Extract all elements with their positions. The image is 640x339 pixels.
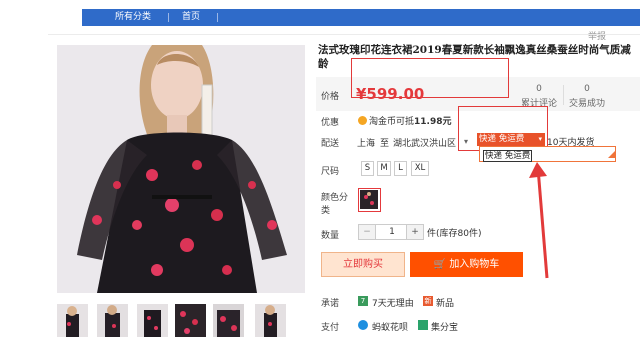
thumbnail[interactable] bbox=[137, 304, 168, 337]
jifenbao-icon bbox=[418, 320, 428, 330]
color-label: 颜色分类 bbox=[321, 193, 349, 216]
new-icon: 新 bbox=[423, 296, 433, 306]
price-label: 价格 bbox=[321, 92, 340, 102]
nav-all-categories[interactable]: 所有分类 bbox=[106, 9, 160, 26]
chevron-down-icon[interactable]: ▾ bbox=[464, 137, 468, 146]
size-option-xl[interactable]: XL bbox=[411, 161, 429, 176]
thumbnail[interactable] bbox=[57, 304, 88, 337]
shipping-method-value: 快递 免运费 bbox=[479, 134, 525, 144]
shipping-method-select[interactable]: 快递 免运费 ▾ bbox=[477, 133, 545, 146]
product-main-image[interactable] bbox=[57, 45, 305, 293]
buy-now-button[interactable]: 立即购买 bbox=[321, 252, 405, 277]
quantity-increase-button[interactable]: + bbox=[406, 225, 423, 239]
color-option[interactable] bbox=[358, 188, 381, 212]
size-label: 尺码 bbox=[321, 167, 340, 177]
jifenbao-text[interactable]: 集分宝 bbox=[431, 320, 458, 333]
sales-label: 交易成功 bbox=[568, 99, 605, 109]
nav-bar: 所有分类 首页 bbox=[82, 9, 640, 26]
ship-destination[interactable]: 湖北武汉洪山区 bbox=[393, 136, 456, 149]
new-item: 新品 bbox=[436, 299, 455, 309]
top-nav: 所有分类 首页 bbox=[0, 0, 640, 26]
divider bbox=[48, 34, 640, 35]
thumbnail[interactable] bbox=[97, 304, 128, 337]
payment-label: 支付 bbox=[321, 323, 340, 333]
promise-label: 承诺 bbox=[321, 299, 340, 309]
quantity-input[interactable]: 1 bbox=[376, 225, 408, 239]
resize-corner-icon bbox=[608, 150, 616, 158]
thumbnail[interactable] bbox=[175, 304, 206, 337]
return-icon: 7 bbox=[358, 296, 368, 306]
promo-text: 淘金币可抵11.98元 bbox=[369, 114, 451, 127]
promo-amount: 11.98元 bbox=[414, 117, 452, 127]
chevron-down-icon: ▾ bbox=[538, 135, 542, 143]
stock-text: 件(库存80件) bbox=[427, 229, 482, 239]
shipping-label: 配送 bbox=[321, 139, 340, 149]
thumbnail[interactable] bbox=[213, 304, 244, 337]
size-option-m[interactable]: M bbox=[377, 161, 391, 176]
annotation-price-box bbox=[351, 58, 509, 98]
add-to-cart-label: 加入购物车 bbox=[449, 259, 500, 270]
add-to-cart-button[interactable]: 🛒 加入购物车 bbox=[410, 252, 523, 277]
huabei-text[interactable]: 蚂蚁花呗 bbox=[372, 320, 408, 333]
report-link[interactable]: 举报 bbox=[588, 29, 606, 42]
sales-count: 0 bbox=[584, 84, 590, 94]
quantity-label: 数量 bbox=[321, 231, 340, 241]
stat-divider bbox=[563, 85, 564, 105]
nav-home[interactable]: 首页 bbox=[174, 9, 208, 26]
quantity-decrease-button[interactable]: − bbox=[359, 225, 376, 239]
size-option-l[interactable]: L bbox=[394, 161, 407, 176]
promo-label: 优惠 bbox=[321, 118, 340, 128]
return-policy[interactable]: 7天无理由 bbox=[372, 296, 414, 309]
ship-to-word: 至 bbox=[380, 139, 390, 149]
quantity-stepper: − 1 + bbox=[358, 224, 424, 240]
huabei-icon bbox=[358, 320, 368, 330]
thumbnail-strip bbox=[57, 304, 305, 339]
cart-icon: 🛒 bbox=[433, 259, 447, 270]
ship-from: 上海 bbox=[357, 139, 376, 149]
promo-prefix: 淘金币可抵 bbox=[369, 117, 415, 127]
nav-divider bbox=[217, 13, 218, 22]
thumbnail[interactable] bbox=[255, 304, 286, 337]
size-option-s[interactable]: S bbox=[361, 161, 374, 176]
taobao-coin-icon bbox=[358, 116, 367, 125]
nav-divider bbox=[168, 13, 169, 22]
review-count: 0 bbox=[536, 84, 542, 94]
annotation-arrow bbox=[529, 162, 549, 279]
